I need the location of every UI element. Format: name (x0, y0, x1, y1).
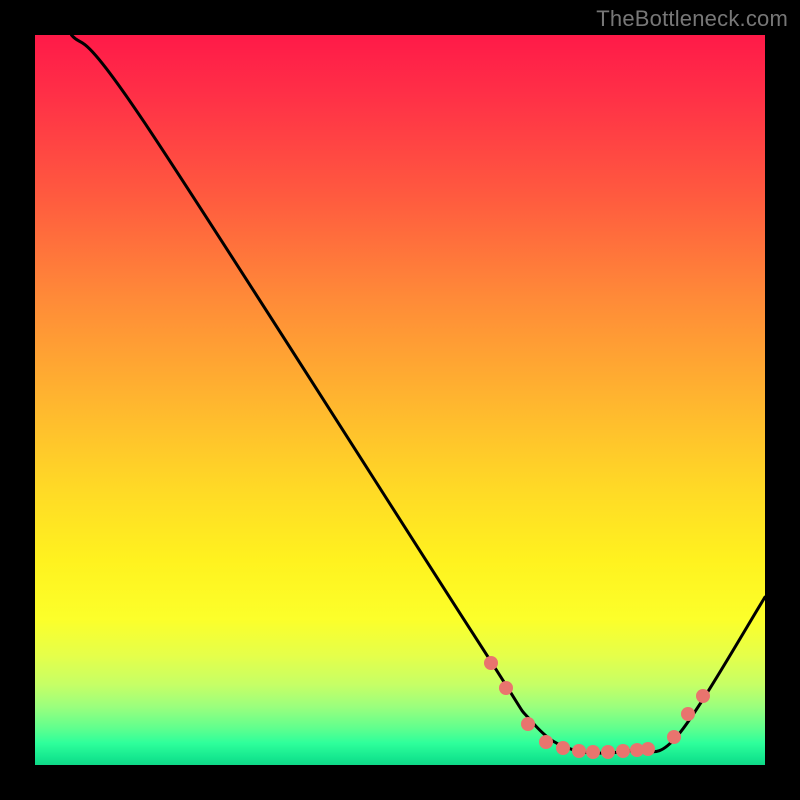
marker-dot (556, 741, 570, 755)
marker-dot (484, 656, 498, 670)
marker-dot (601, 745, 615, 759)
chart-stage: TheBottleneck.com (0, 0, 800, 800)
marker-dot (616, 744, 630, 758)
watermark-text: TheBottleneck.com (596, 6, 788, 32)
marker-dot (572, 744, 586, 758)
marker-dot (667, 730, 681, 744)
plot-area (35, 35, 765, 765)
bottleneck-curve (72, 35, 766, 753)
marker-dot (521, 717, 535, 731)
marker-dot (539, 735, 553, 749)
marker-dot (696, 689, 710, 703)
curve-layer (35, 35, 765, 765)
